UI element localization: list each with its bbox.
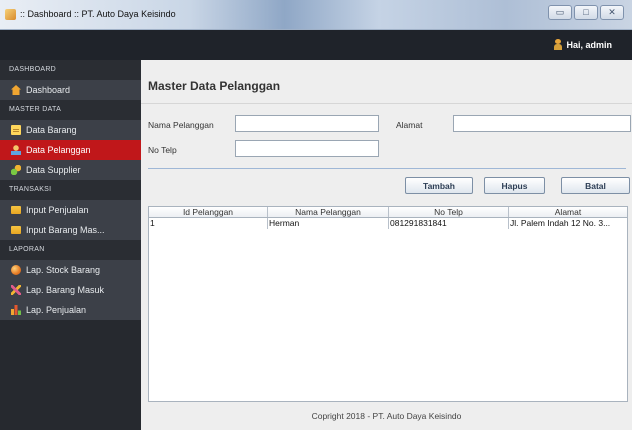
table-header: Id Pelanggan Nama Pelanggan No Telp Alam… [149,207,627,218]
batal-button[interactable]: Batal [561,177,630,194]
close-button[interactable]: ✕ [600,5,624,20]
minimize-button[interactable]: ▭ [548,5,572,20]
column-header-id[interactable]: Id Pelanggan [149,207,268,217]
sidebar-item-label: Lap. Stock Barang [26,265,101,275]
sidebar-item-input-barang-masuk[interactable]: Input Barang Mas... [0,220,141,240]
home-icon [11,85,21,95]
sidebar-item-lap-barang-masuk[interactable]: Lap. Barang Masuk [0,280,141,300]
no-telp-label: No Telp [148,145,177,155]
sidebar-item-data-pelanggan[interactable]: Data Pelanggan [0,140,141,160]
globe-icon [11,265,21,275]
alamat-label: Alamat [396,120,423,130]
sidebar-item-label: Lap. Penjualan [26,305,87,315]
maximize-button[interactable]: □ [574,5,598,20]
user-greeting-label: Hai, admin [566,39,612,50]
tambah-button[interactable]: Tambah [405,177,473,194]
window-titlebar: :: Dashboard :: PT. Auto Daya Keisindo ▭… [0,0,632,30]
sidebar: DASHBOARD Dashboard MASTER DATA Data Bar… [0,60,141,430]
top-header: Hai, admin [0,30,632,60]
main-panel: Master Data Pelanggan Nama Pelanggan Ala… [141,60,632,430]
tools-icon [11,285,21,295]
sidebar-item-data-supplier[interactable]: Data Supplier [0,160,141,180]
sidebar-item-label: Input Barang Mas... [26,225,105,235]
user-greeting[interactable]: Hai, admin [554,39,612,50]
folder-icon [11,226,21,234]
hapus-button[interactable]: Hapus [484,177,545,194]
cell-alamat: Jl. Palem Indah 12 No. 3... [510,218,611,228]
sidebar-header-transaksi: TRANSAKSI [0,180,141,200]
document-icon [11,125,21,135]
form-separator [148,168,626,169]
cell-telp: 081291831841 [389,218,509,229]
sidebar-header-master-data: MASTER DATA [0,100,141,120]
column-header-nama[interactable]: Nama Pelanggan [268,207,389,217]
nama-pelanggan-input[interactable] [235,115,379,132]
footer-copyright: Copright 2018 - PT. Auto Daya Keisindo [311,411,462,421]
sidebar-item-label: Data Supplier [26,165,81,175]
sidebar-item-data-barang[interactable]: Data Barang [0,120,141,140]
folder-icon [11,206,21,214]
sidebar-item-label: Input Penjualan [26,205,89,215]
page-title: Master Data Pelanggan [148,79,281,93]
cell-id: 1 [149,218,268,229]
window-title: :: Dashboard :: PT. Auto Daya Keisindo [20,9,176,19]
sidebar-item-lap-penjualan[interactable]: Lap. Penjualan [0,300,141,320]
sidebar-header-laporan: LAPORAN [0,240,141,260]
window-controls: ▭ □ ✕ [548,5,624,20]
cell-nama: Herman [268,218,389,229]
column-header-telp[interactable]: No Telp [389,207,509,217]
table-row[interactable]: 1 Herman 081291831841 Jl. Palem Indah 12… [149,218,627,229]
customer-icon [11,145,21,155]
pelanggan-table[interactable]: Id Pelanggan Nama Pelanggan No Telp Alam… [148,206,628,402]
sidebar-item-input-penjualan[interactable]: Input Penjualan [0,200,141,220]
column-header-alamat[interactable]: Alamat [509,207,627,217]
sidebar-item-dashboard[interactable]: Dashboard [0,80,141,100]
sidebar-header-dashboard: DASHBOARD [0,60,141,80]
sidebar-item-label: Data Barang [26,125,77,135]
user-icon [554,39,563,50]
app-icon [5,9,16,20]
sidebar-item-label: Data Pelanggan [26,145,91,155]
title-divider [141,103,632,104]
alamat-input[interactable] [453,115,631,132]
sidebar-item-lap-stock-barang[interactable]: Lap. Stock Barang [0,260,141,280]
sidebar-item-label: Lap. Barang Masuk [26,285,105,295]
supplier-icon [11,165,21,175]
nama-pelanggan-label: Nama Pelanggan [148,120,214,130]
bar-chart-icon [11,305,21,315]
sidebar-item-label: Dashboard [26,85,71,95]
no-telp-input[interactable] [235,140,379,157]
